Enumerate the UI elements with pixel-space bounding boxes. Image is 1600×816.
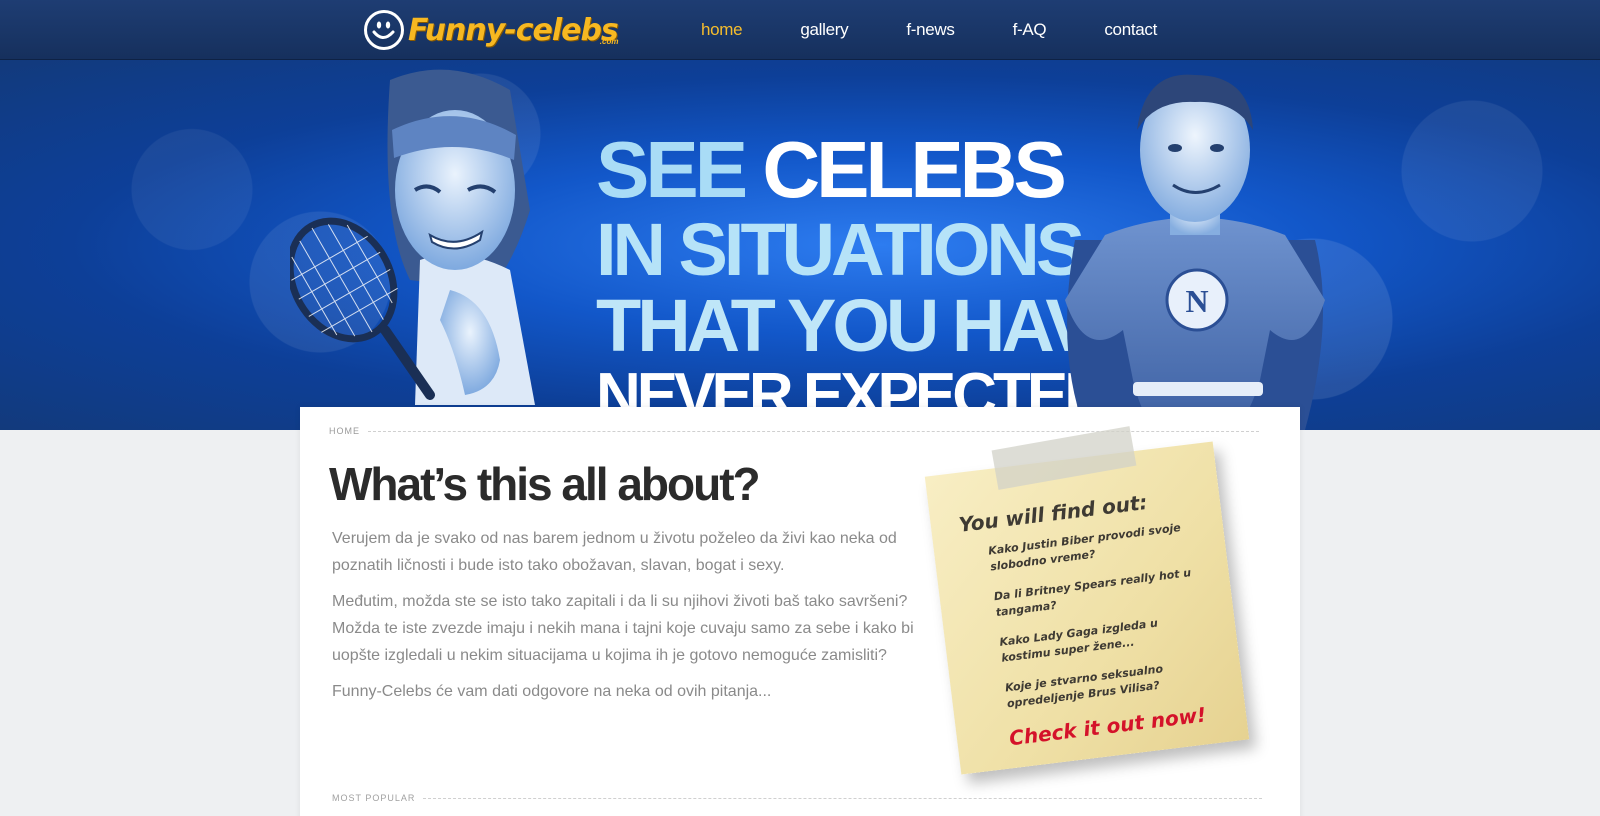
headline-celebs: CELEBS: [762, 125, 1066, 214]
headline-see: SEE: [596, 125, 763, 214]
nav-gallery[interactable]: gallery: [800, 20, 848, 40]
svg-text:N: N: [1185, 283, 1208, 319]
note-item: Da li Britney Spears really hot u tangam…: [993, 566, 1192, 620]
top-navigation-bar: Funny-celebs .com home gallery f-news f-…: [0, 0, 1600, 60]
tennis-player-illustration: [290, 69, 535, 405]
intro-paragraph-3: Funny-Celebs će vam dati odgovore na nek…: [332, 683, 772, 700]
breadcrumb-home[interactable]: HOME: [329, 426, 360, 436]
nav-f-news[interactable]: f-news: [906, 20, 955, 40]
section-divider: [423, 797, 1262, 799]
main-nav: home gallery f-news f-AQ contact: [672, 0, 1186, 60]
nav-f-aq[interactable]: f-AQ: [1013, 20, 1047, 40]
sticky-note: You will find out: Kako Justin Biber pro…: [924, 441, 1250, 775]
note-item: Kako Lady Gaga izgleda u kostimu super ž…: [998, 616, 1159, 665]
smiley-icon: [364, 10, 404, 50]
superhero-illustration: N: [1065, 74, 1325, 430]
intro-paragraph-2: Međutim, možda ste se isto tako zapitali…: [332, 593, 914, 664]
site-logo[interactable]: Funny-celebs .com: [364, 8, 619, 52]
note-item: Koje je stvarno seksualno opredeljenje B…: [1004, 662, 1164, 711]
page-title: What’s this all about?: [329, 458, 761, 510]
most-popular-heading: MOST POPULAR: [332, 793, 1262, 803]
hero-banner: SEE CELEBS IN SITUATIONS THAT YOU HAVE N…: [0, 60, 1600, 430]
sticky-note-content: You will find out: Kako Justin Biber pro…: [957, 484, 1225, 753]
nav-home[interactable]: home: [701, 20, 743, 40]
logo-text: Funny-celebs: [408, 12, 619, 48]
intro-text: Verujem da je svako od nas barem jednom …: [332, 525, 922, 714]
most-popular-label: MOST POPULAR: [332, 793, 416, 803]
intro-paragraph-1: Verujem da je svako od nas barem jednom …: [332, 530, 897, 574]
nav-contact[interactable]: contact: [1104, 20, 1157, 40]
logo-suffix: .com: [599, 36, 619, 46]
